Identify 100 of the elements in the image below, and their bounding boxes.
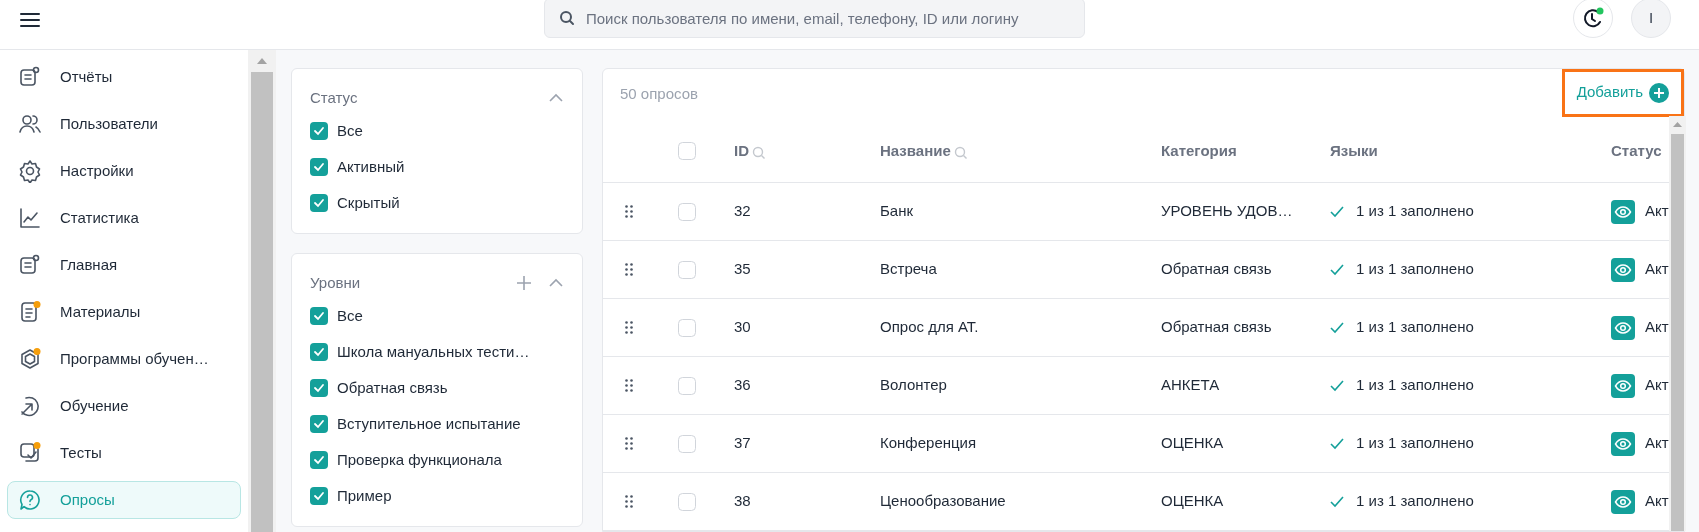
filter-option[interactable]: Пример xyxy=(337,484,392,508)
filter-option[interactable]: Школа мануальных тести… xyxy=(337,340,530,364)
checkbox[interactable] xyxy=(310,343,328,361)
avatar[interactable]: I xyxy=(1631,0,1671,38)
table-cell-text: 1 из 1 заполнено xyxy=(1356,433,1474,454)
survey-count: 50 опросов xyxy=(620,84,698,105)
check-icon xyxy=(1330,437,1344,450)
checkbox[interactable] xyxy=(310,194,328,212)
nav-icon xyxy=(18,347,42,371)
checkbox[interactable] xyxy=(310,379,328,397)
search-icon[interactable] xyxy=(752,145,766,160)
eye-icon[interactable] xyxy=(1611,315,1635,340)
checkbox[interactable] xyxy=(678,376,696,395)
filter-option[interactable]: Обратная связь xyxy=(337,376,448,400)
drag-handle-icon[interactable] xyxy=(625,379,633,392)
filter-title: Уровни xyxy=(310,272,361,293)
table-cell-text: 1 из 1 заполнено xyxy=(1356,375,1474,396)
checkbox[interactable] xyxy=(310,158,328,176)
checkbox[interactable] xyxy=(678,142,696,160)
table-cell: УРОВЕНЬ УДОВ… xyxy=(1161,202,1293,220)
filter-option[interactable]: Все xyxy=(337,119,363,143)
checkbox[interactable] xyxy=(310,451,328,469)
checkbox[interactable] xyxy=(310,122,328,140)
filter-option[interactable]: Проверка функционала xyxy=(337,448,502,472)
checkbox[interactable] xyxy=(678,202,696,221)
table-cell: 35 xyxy=(734,260,751,278)
eye-icon[interactable] xyxy=(1611,257,1635,282)
check-icon xyxy=(1330,379,1344,392)
eye-icon[interactable] xyxy=(1611,199,1635,224)
drag-handle-icon[interactable] xyxy=(625,205,633,218)
filter-option[interactable]: Скрытый xyxy=(337,191,400,215)
menu-icon[interactable] xyxy=(20,12,40,28)
eye-icon[interactable] xyxy=(1611,489,1635,514)
check-icon xyxy=(1330,263,1344,276)
drag-handle-icon[interactable] xyxy=(625,321,633,334)
column-header: ID xyxy=(734,140,749,161)
sidebar-item[interactable]: Тесты xyxy=(7,434,241,472)
chevron-up-icon[interactable] xyxy=(548,93,564,103)
sidebar-item[interactable]: Обучение xyxy=(7,387,241,425)
table-cell: 37 xyxy=(734,434,751,452)
checkbox[interactable] xyxy=(678,434,696,453)
sidebar-item[interactable]: Программы обучен… xyxy=(7,340,241,378)
nav-icon xyxy=(18,488,42,512)
sidebar-item[interactable]: Материалы xyxy=(7,293,241,331)
check-icon xyxy=(1330,321,1344,334)
status-text: Акт xyxy=(1645,259,1669,280)
drag-handle-icon[interactable] xyxy=(625,437,633,450)
table-cell: 38 xyxy=(734,492,751,510)
status-text: Акт xyxy=(1645,317,1669,338)
sidebar-item[interactable]: Пользователи xyxy=(7,105,241,143)
nav-icon xyxy=(18,300,42,324)
search-field[interactable]: Поиск пользователя по имени, email, телефону, ID или логину xyxy=(544,0,1085,38)
table-cell: 30 xyxy=(734,318,751,336)
table-cell: ОЦЕНКА xyxy=(1161,492,1224,510)
check-icon xyxy=(1330,495,1344,508)
drag-handle-icon[interactable] xyxy=(625,495,633,508)
table-cell: Банк xyxy=(880,202,914,220)
table-cell: 32 xyxy=(734,202,751,220)
status-text: Акт xyxy=(1645,491,1669,512)
checkbox[interactable] xyxy=(310,487,328,505)
eye-icon[interactable] xyxy=(1611,373,1635,398)
scrollbar-thumb[interactable] xyxy=(1671,134,1684,531)
theme-button[interactable] xyxy=(1573,0,1613,38)
checkbox[interactable] xyxy=(678,492,696,511)
sidebar-item[interactable]: Статистика xyxy=(7,199,241,237)
status-text: Акт xyxy=(1645,375,1669,396)
filter-option[interactable]: Активный xyxy=(337,155,405,179)
status-text: Акт xyxy=(1645,433,1669,454)
nav-icon xyxy=(18,206,42,230)
plus-icon[interactable] xyxy=(516,275,532,291)
table-cell: Ценообразование xyxy=(880,492,1006,510)
sidebar-item[interactable]: Главная xyxy=(7,246,241,284)
table-cell: 36 xyxy=(734,376,751,394)
table-cell-text: 1 из 1 заполнено xyxy=(1356,259,1474,280)
column-header: Название xyxy=(880,140,951,161)
search-icon[interactable] xyxy=(953,145,968,160)
chevron-up-icon[interactable] xyxy=(548,278,564,288)
nav-icon xyxy=(18,159,42,183)
table-cell: Опрос для АТ. xyxy=(880,318,979,336)
checkbox[interactable] xyxy=(678,260,696,279)
column-header: Статус xyxy=(1611,140,1662,161)
checkbox[interactable] xyxy=(678,318,696,337)
sidebar-item[interactable]: Настройки xyxy=(7,152,241,190)
sidebar-item[interactable]: Отчёты xyxy=(7,58,241,96)
table-cell: Конференция xyxy=(880,434,977,452)
table-cell: ОЦЕНКА xyxy=(1161,434,1224,452)
filter-option[interactable]: Вступительное испытание xyxy=(337,412,521,436)
plus-circle-icon xyxy=(1649,82,1669,103)
filter-option[interactable]: Все xyxy=(337,304,363,328)
search-icon xyxy=(559,10,575,26)
checkbox[interactable] xyxy=(310,307,328,325)
column-header: Категория xyxy=(1161,140,1237,161)
nav-icon xyxy=(18,253,42,277)
checkbox[interactable] xyxy=(310,415,328,433)
eye-icon[interactable] xyxy=(1611,431,1635,456)
nav-icon xyxy=(18,112,42,136)
table-cell: АНКЕТА xyxy=(1161,376,1220,394)
drag-handle-icon[interactable] xyxy=(625,263,633,276)
scrollbar-thumb[interactable] xyxy=(251,72,273,532)
nav-icon xyxy=(18,65,42,89)
